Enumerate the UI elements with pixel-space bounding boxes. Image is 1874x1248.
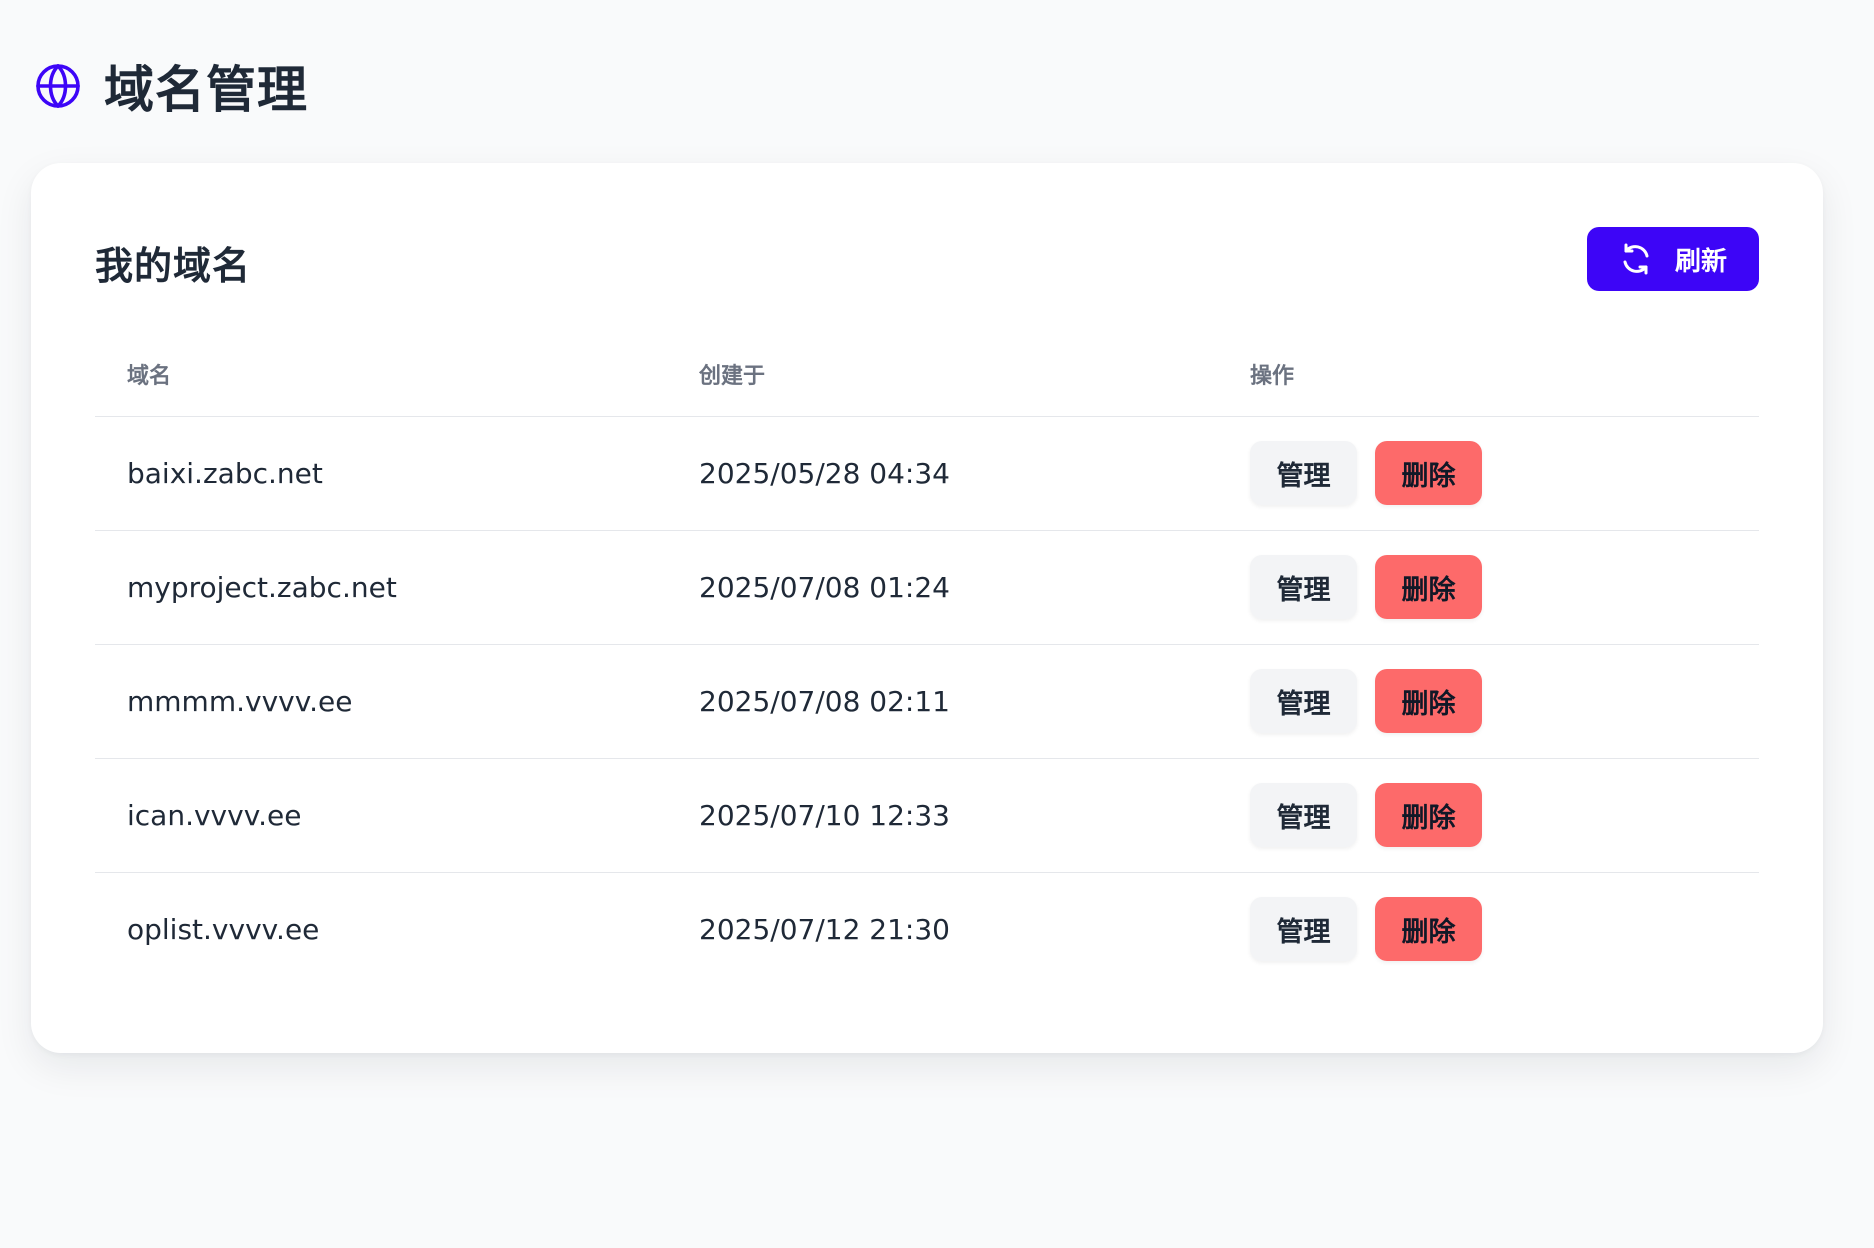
table-row: ican.vvvv.ee 2025/07/10 12:33 管理 删除 bbox=[95, 758, 1759, 873]
delete-button[interactable]: 删除 bbox=[1375, 441, 1482, 505]
created-at-cell: 2025/05/28 04:34 bbox=[667, 416, 1218, 531]
table-row: mmmm.vvvv.ee 2025/07/08 02:11 管理 删除 bbox=[95, 644, 1759, 759]
column-header-actions: 操作 bbox=[1218, 333, 1759, 417]
domain-name-cell: mmmm.vvvv.ee bbox=[95, 644, 667, 759]
created-at-cell: 2025/07/08 02:11 bbox=[667, 644, 1218, 759]
row-actions: 管理 删除 bbox=[1250, 783, 1759, 847]
domain-table: 域名 创建于 操作 baixi.zabc.net 2025/05/28 04:34… bbox=[95, 333, 1759, 986]
page-title: 域名管理 bbox=[104, 61, 308, 119]
row-actions: 管理 删除 bbox=[1250, 669, 1759, 733]
actions-cell: 管理 删除 bbox=[1218, 872, 1759, 986]
globe-icon bbox=[34, 62, 82, 110]
manage-button[interactable]: 管理 bbox=[1250, 441, 1357, 505]
domain-name-cell: baixi.zabc.net bbox=[95, 416, 667, 531]
column-header-created: 创建于 bbox=[667, 333, 1218, 417]
refresh-button[interactable]: 刷新 bbox=[1587, 227, 1759, 291]
card-title: 我的域名 bbox=[95, 244, 252, 288]
manage-button[interactable]: 管理 bbox=[1250, 783, 1357, 847]
page-header: 域名管理 bbox=[34, 50, 308, 122]
refresh-button-label: 刷新 bbox=[1674, 246, 1727, 277]
domain-name-cell: ican.vvvv.ee bbox=[95, 758, 667, 873]
delete-button[interactable]: 删除 bbox=[1375, 897, 1482, 962]
refresh-icon bbox=[1619, 242, 1653, 276]
delete-button[interactable]: 删除 bbox=[1375, 783, 1482, 847]
manage-button[interactable]: 管理 bbox=[1250, 555, 1357, 619]
manage-button[interactable]: 管理 bbox=[1250, 669, 1357, 733]
created-at-cell: 2025/07/12 21:30 bbox=[699, 912, 950, 946]
created-at-cell: 2025/07/08 01:24 bbox=[667, 530, 1218, 645]
row-actions: 管理 删除 bbox=[1250, 897, 1759, 962]
row-actions: 管理 删除 bbox=[1250, 441, 1759, 505]
created-at-cell: 2025/07/10 12:33 bbox=[667, 758, 1218, 873]
actions-cell: 管理 删除 bbox=[1218, 416, 1759, 531]
table-body: baixi.zabc.net 2025/05/28 04:34 管理 删除 myproj… bbox=[95, 416, 1759, 986]
actions-cell: 管理 删除 bbox=[1218, 644, 1759, 759]
domain-name-cell: oplist.vvvv.ee bbox=[127, 912, 320, 946]
delete-button[interactable]: 删除 bbox=[1375, 669, 1482, 733]
table-row: oplist.vvvv.ee 2025/07/12 21:30 管理 删除 bbox=[95, 872, 1759, 986]
table-header-row: 域名 创建于 操作 bbox=[95, 333, 1759, 417]
table-row: myproject.zabc.net 2025/07/08 01:24 管理 删除 bbox=[95, 530, 1759, 645]
column-header-domain: 域名 bbox=[95, 333, 667, 417]
row-actions: 管理 删除 bbox=[1250, 555, 1759, 619]
actions-cell: 管理 删除 bbox=[1218, 530, 1759, 645]
manage-button[interactable]: 管理 bbox=[1250, 897, 1357, 962]
domains-card: 我的域名 刷新 域名 创建于 操作 baixi.zabc.net 2025/05/… bbox=[31, 163, 1823, 1053]
delete-button[interactable]: 删除 bbox=[1375, 555, 1482, 619]
table-row: baixi.zabc.net 2025/05/28 04:34 管理 删除 bbox=[95, 416, 1759, 531]
actions-cell: 管理 删除 bbox=[1218, 758, 1759, 873]
domain-name-cell: myproject.zabc.net bbox=[95, 530, 667, 645]
